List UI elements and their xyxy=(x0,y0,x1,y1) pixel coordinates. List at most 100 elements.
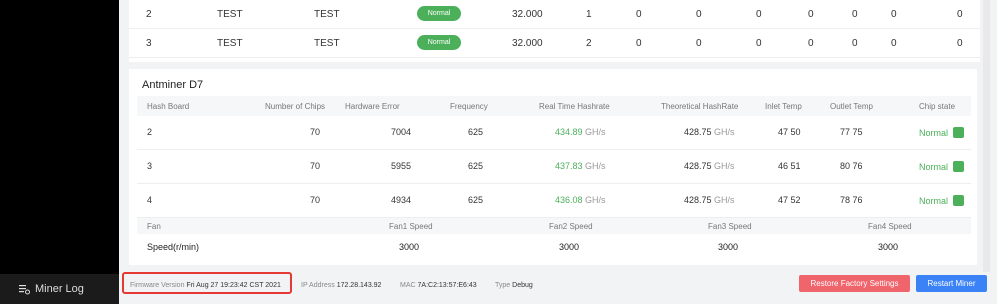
freq-cell: 32.000 xyxy=(512,38,543,49)
th-value: 428.75 xyxy=(684,195,712,205)
name-cell: TEST xyxy=(314,38,340,49)
chips-cell: 70 xyxy=(310,195,321,205)
th-hashrate-cell: 428.75 GH/s xyxy=(684,127,735,137)
fan3-speed: 3000 xyxy=(718,242,739,252)
cell-1: 1 xyxy=(586,9,592,20)
sidebar: Miner Log xyxy=(0,0,119,304)
type-label: Type xyxy=(495,282,511,289)
freq-cell: 625 xyxy=(468,195,484,205)
th-unit: GH/s xyxy=(714,127,735,137)
chip-state-label: Normal xyxy=(919,128,949,138)
chip-state-label: Normal xyxy=(919,196,949,206)
col-outlet: Outlet Temp xyxy=(830,102,873,111)
col-hash-board: Hash Board xyxy=(147,102,190,111)
chip-state-indicator xyxy=(953,195,965,206)
th-hashrate-cell: 428.75 GH/s xyxy=(684,161,735,171)
cell-2: 0 xyxy=(636,38,642,49)
sidebar-item-miner-log[interactable]: Miner Log xyxy=(0,274,119,304)
chain-cell: 3 xyxy=(146,38,152,49)
fan-row-label: Speed(r/min) xyxy=(147,242,200,252)
th-value: 428.75 xyxy=(684,161,712,171)
fan4-speed: 3000 xyxy=(878,242,899,252)
th-unit: GH/s xyxy=(714,161,735,171)
name-cell: TEST xyxy=(314,9,340,20)
outlet-cell: 78 76 xyxy=(840,195,863,205)
col-frequency: Frequency xyxy=(450,102,488,111)
fan2-header: Fan2 Speed xyxy=(549,222,593,231)
inlet-cell: 47 52 xyxy=(778,195,801,205)
rt-value: 437.83 xyxy=(555,161,583,171)
cell-3: 0 xyxy=(696,9,702,20)
ip-address: IP Address 172.28.143.92 xyxy=(301,282,381,289)
cell-1: 2 xyxy=(586,38,592,49)
board-cell: 4 xyxy=(147,195,153,205)
chip-state-indicator xyxy=(953,127,965,138)
th-unit: GH/s xyxy=(714,195,735,205)
card-title: Antminer D7 xyxy=(142,79,204,91)
type-value: Debug xyxy=(512,282,533,289)
freq-cell: 625 xyxy=(468,161,484,171)
status-footer: Firmware Version Fri Aug 27 19:23:42 CST… xyxy=(119,272,997,304)
chip-state-indicator xyxy=(953,161,965,172)
hw-error-cell: 7004 xyxy=(391,127,412,137)
fan-label: Fan xyxy=(147,222,161,231)
firmware-value: Fri Aug 27 19:23:42 CST 2021 xyxy=(186,282,281,289)
firmware-version: Firmware Version Fri Aug 27 19:23:42 CST… xyxy=(130,282,281,289)
restore-factory-settings-button[interactable]: Restore Factory Settings xyxy=(799,275,910,292)
scrollbar[interactable] xyxy=(983,0,990,272)
table-row: 3 70 5955 625 437.83 GH/s 428.75 GH/s 46… xyxy=(137,150,971,184)
chip-state-label: Normal xyxy=(919,162,949,172)
restart-miner-button[interactable]: Restart Miner xyxy=(916,275,987,292)
rt-hashrate-cell: 434.89 GH/s xyxy=(555,127,606,137)
rt-unit: GH/s xyxy=(585,161,606,171)
type-cell: TEST xyxy=(217,38,243,49)
sidebar-item-label: Miner Log xyxy=(35,283,84,295)
th-value: 428.75 xyxy=(684,127,712,137)
miner-type: Type Debug xyxy=(495,282,533,289)
fan1-speed: 3000 xyxy=(399,242,420,252)
cell-7: 0 xyxy=(891,9,897,20)
inlet-cell: 47 50 xyxy=(778,127,801,137)
cell-5: 0 xyxy=(808,9,814,20)
col-chip-state: Chip state xyxy=(919,102,956,111)
status-badge: Normal xyxy=(417,6,461,21)
cell-7: 0 xyxy=(891,38,897,49)
table-row: 2 70 7004 625 434.89 GH/s 428.75 GH/s 47… xyxy=(137,116,971,150)
mac-address: MAC 7A:C2:13:57:E6:43 xyxy=(400,282,477,289)
col-chips: Number of Chips xyxy=(265,102,326,111)
chain-cell: 2 xyxy=(146,9,152,20)
status-badge: Normal xyxy=(417,35,461,50)
hw-error-cell: 4934 xyxy=(391,195,412,205)
mac-value: 7A:C2:13:57:E6:43 xyxy=(417,282,477,289)
chip-state-cell: Normal xyxy=(919,127,965,138)
type-cell: TEST xyxy=(217,9,243,20)
col-hw-error: Hardware Error xyxy=(345,102,400,111)
col-inlet: Inlet Temp xyxy=(765,102,802,111)
chips-cell: 70 xyxy=(310,127,321,137)
log-list-icon xyxy=(18,283,30,295)
col-rt-hashrate: Real Time Hashrate xyxy=(539,102,610,111)
board-cell: 2 xyxy=(147,127,153,137)
cell-8: 0 xyxy=(957,9,963,20)
fan2-speed: 3000 xyxy=(559,242,580,252)
hashboard-table-header: Hash Board Number of Chips Hardware Erro… xyxy=(137,96,971,116)
rt-value: 434.89 xyxy=(555,127,583,137)
cell-4: 0 xyxy=(756,9,762,20)
table-row: 2 TEST TEST Normal 32.000 1 0 0 0 0 0 0 … xyxy=(129,0,980,29)
rt-hashrate-cell: 437.83 GH/s xyxy=(555,161,606,171)
fan4-header: Fan4 Speed xyxy=(868,222,912,231)
rt-unit: GH/s xyxy=(585,127,606,137)
cell-6: 0 xyxy=(852,38,858,49)
fan-speed-row: Speed(r/min) 3000 3000 3000 3000 xyxy=(137,237,971,259)
hw-error-cell: 5955 xyxy=(391,161,412,171)
cell-8: 0 xyxy=(957,38,963,49)
ip-value: 172.28.143.92 xyxy=(336,282,382,289)
fan1-header: Fan1 Speed xyxy=(389,222,433,231)
rt-unit: GH/s xyxy=(585,195,606,205)
chain-table: 2 TEST TEST Normal 32.000 1 0 0 0 0 0 0 … xyxy=(129,0,980,62)
ip-label: IP Address xyxy=(301,282,335,289)
chip-state-cell: Normal xyxy=(919,195,965,206)
rt-hashrate-cell: 436.08 GH/s xyxy=(555,195,606,205)
cell-4: 0 xyxy=(756,38,762,49)
cell-3: 0 xyxy=(696,38,702,49)
